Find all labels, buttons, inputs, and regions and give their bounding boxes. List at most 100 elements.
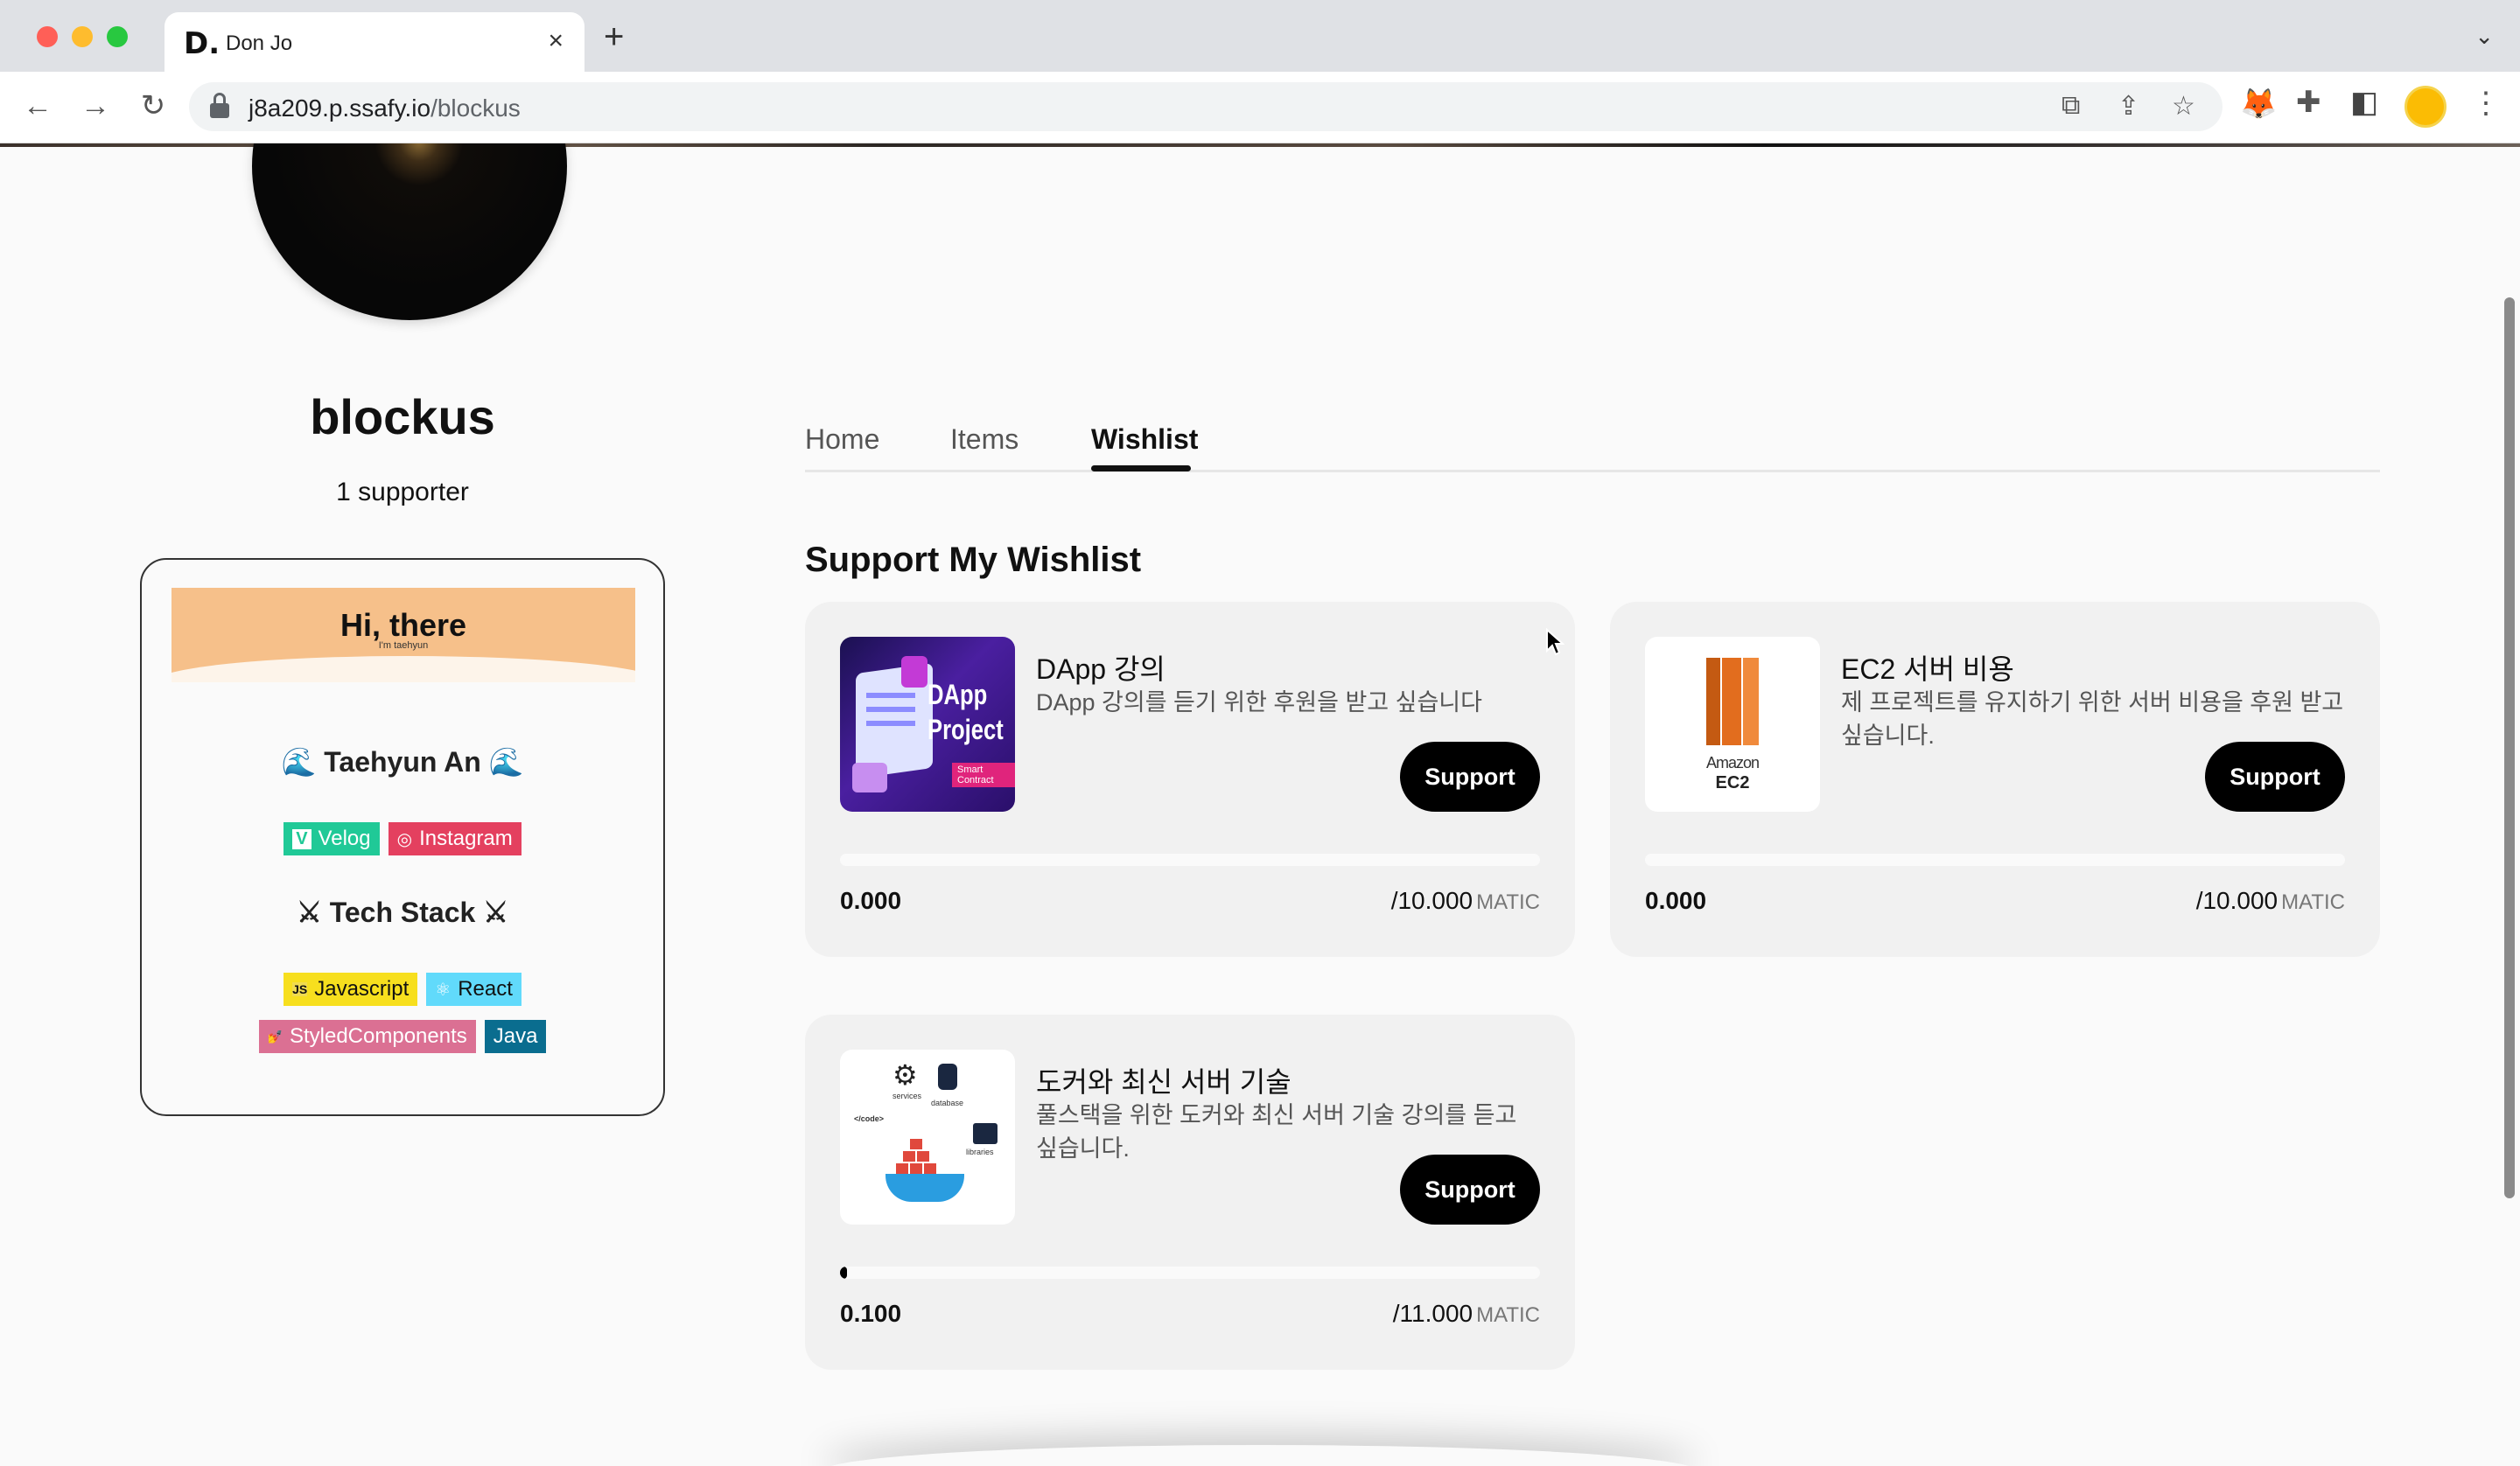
javascript-label: Javascript [314, 977, 410, 1001]
menu-dots-icon[interactable]: ⋮ [2471, 86, 2501, 121]
bookmark-star-icon[interactable]: ☆ [2172, 91, 2195, 122]
active-tab-indicator [1091, 465, 1191, 471]
profile-icon[interactable] [2404, 86, 2446, 128]
styledcomponents-badge: 💅 StyledComponents [258, 1020, 476, 1053]
tab-home[interactable]: Home [805, 423, 879, 456]
progress-fill [840, 1267, 847, 1279]
folder-icon [973, 1123, 998, 1144]
browser-toolbar: ← → ↻ j8a209.p.ssafy.io/blockus ⧉ ⇪ ☆ 🦊 … [0, 72, 2520, 143]
extensions-puzzle-icon[interactable]: ✚ [2296, 87, 2321, 117]
profile-name: blockus [310, 389, 495, 444]
wishlist-card: ⚙ services database </code> libraries 도커… [805, 1015, 1575, 1370]
docker-whale-icon [886, 1174, 964, 1202]
address-bar[interactable]: j8a209.p.ssafy.io/blockus ⧉ ⇪ ☆ [189, 82, 2222, 131]
maximize-window-button[interactable] [107, 26, 128, 47]
browser-tab[interactable]: D. Don Jo × [164, 12, 584, 72]
new-tab-icon[interactable]: + [604, 19, 624, 54]
forward-icon[interactable]: → [74, 84, 117, 128]
hi-subtitle: I'm taehyun [378, 640, 429, 651]
instagram-badge[interactable]: ◎ Instagram [388, 822, 522, 855]
tab-list-chevron-icon[interactable]: ⌄ [2474, 23, 2494, 50]
minimize-window-button[interactable] [72, 26, 93, 47]
support-button[interactable]: Support [1400, 742, 1540, 812]
tab-title: Don Jo [226, 31, 293, 55]
tech-stack-heading: ⚔ Tech Stack ⚔ [297, 897, 508, 928]
raised-amount: 0.100 [840, 1300, 902, 1327]
side-panel-icon[interactable]: ◧ [2350, 87, 2378, 117]
styledcomponents-label: StyledComponents [289, 1024, 467, 1048]
thumb-product: EC2 [1715, 773, 1750, 792]
raised-amount: 0.000 [840, 887, 902, 914]
wish-title: DApp 강의 [1036, 653, 1166, 685]
translate-icon[interactable]: ⧉ [2062, 91, 2080, 121]
lock-icon[interactable] [210, 93, 229, 119]
tab-wishlist[interactable]: Wishlist [1091, 423, 1198, 456]
tech-stack-row-1: JS Javascript ⚛ React [142, 973, 663, 1006]
url-text[interactable]: j8a209.p.ssafy.io/blockus [248, 94, 521, 122]
wish-title: 도커와 최신 서버 기술 [1036, 1066, 1292, 1098]
goal-value: /11.000 [1392, 1300, 1474, 1327]
thumb-brand: Amazon [1705, 754, 1760, 771]
currency-unit: MATIC [1476, 890, 1540, 914]
footer-shadow [822, 1445, 1698, 1466]
metamask-fox-icon[interactable]: 🦊 [2240, 89, 2277, 119]
wishlist-card: DApp Project Smart Contract DApp 강의 DApp… [805, 602, 1575, 957]
reload-icon[interactable]: ↻ [131, 84, 175, 128]
ec2-thumbnail: Amazon EC2 [1645, 637, 1820, 812]
url-host: j8a209.p.ssafy.io [248, 94, 431, 122]
profile-tabs: Home Items Wishlist [805, 423, 2380, 472]
url-path: /blockus [430, 94, 521, 122]
react-label: React [458, 977, 513, 1001]
section-title: Support My Wishlist [805, 541, 1142, 579]
thumb-title: DApp Project [928, 679, 1004, 745]
close-window-button[interactable] [37, 26, 58, 47]
velog-label: Velog [318, 827, 371, 850]
progress-bar [1645, 854, 2345, 866]
thumb-label-code: </code> [854, 1114, 885, 1123]
thumb-label-services: services [892, 1092, 922, 1100]
thumb-label-database: database [931, 1099, 964, 1107]
react-badge: ⚛ React [426, 973, 522, 1006]
docker-thumbnail: ⚙ services database </code> libraries [840, 1050, 1015, 1225]
site-favicon-icon: D. [184, 26, 220, 61]
back-icon[interactable]: ← [16, 84, 60, 128]
wish-description: DApp 강의를 듣기 위한 후원을 받고 싶습니다 [1036, 689, 1482, 716]
tech-stack-row-2: 💅 StyledComponents Java [142, 1020, 663, 1053]
goal-value: /10.000 [1390, 887, 1474, 914]
goal-amount: /10.000 MATIC [1391, 887, 1540, 915]
database-icon [938, 1064, 957, 1090]
velog-badge[interactable]: V Velog [284, 822, 380, 855]
java-label: Java [493, 1024, 538, 1048]
javascript-badge: JS Javascript [284, 973, 418, 1006]
link-badges: V Velog ◎ Instagram [142, 822, 663, 855]
thumb-label-libraries: libraries [966, 1148, 994, 1156]
currency-unit: MATIC [1476, 1303, 1540, 1327]
profile-readme-card: Hi, there I'm taehyun 🌊 Taehyun An 🌊 V V… [140, 558, 665, 1116]
browser-tab-strip: D. Don Jo × + ⌄ [0, 0, 2520, 72]
raised-amount: 0.000 [1645, 887, 1707, 914]
velog-icon: V [292, 828, 312, 849]
javascript-icon: JS [292, 982, 308, 996]
styledcomponents-icon: 💅 [267, 1029, 283, 1044]
tab-items[interactable]: Items [950, 423, 1018, 456]
share-icon[interactable]: ⇪ [2118, 91, 2139, 122]
supporter-count: 1 supporter [336, 478, 469, 506]
goal-amount: /10.000 MATIC [2196, 887, 2345, 915]
currency-unit: MATIC [2281, 890, 2345, 914]
page-scrollbar[interactable] [2504, 297, 2515, 1198]
tab-close-icon[interactable]: × [548, 26, 564, 56]
mouse-cursor-icon [1546, 628, 1564, 656]
wishlist-card: Amazon EC2 EC2 서버 비용 제 프로젝트를 유지하기 위한 서버 … [1610, 602, 2380, 957]
support-button[interactable]: Support [1400, 1155, 1540, 1225]
goal-value: /10.000 [2195, 887, 2278, 914]
avatar [252, 143, 567, 320]
progress-bar [840, 1267, 1540, 1279]
wish-title: EC2 서버 비용 [1841, 653, 2014, 685]
thumb-tag: Smart Contract [952, 763, 1015, 787]
support-button[interactable]: Support [2205, 742, 2345, 812]
page-content: blockus 1 supporter Hi, there I'm taehyu… [0, 143, 2520, 1466]
gear-icon: ⚙ [892, 1059, 918, 1091]
progress-bar [840, 854, 1540, 866]
author-heading: 🌊 Taehyun An 🌊 [281, 746, 524, 778]
hi-title: Hi, there [340, 607, 467, 643]
